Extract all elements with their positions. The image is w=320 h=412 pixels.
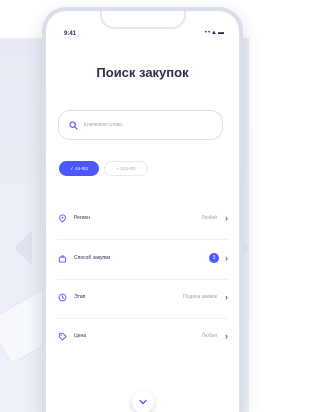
clock-icon: [58, 293, 67, 301]
row-value: Любой: [201, 215, 217, 221]
filter-row-stage[interactable]: Этап Подача заявок ›: [58, 288, 228, 306]
location-pin-icon: [59, 213, 66, 223]
chevron-right-icon: ›: [225, 331, 228, 341]
row-label: Способ закупки: [74, 255, 111, 261]
divider: [58, 239, 228, 240]
filter-chip-44fz[interactable]: ✓ 44-ФЗ: [59, 161, 99, 176]
page-title: Поиск закупок: [96, 65, 189, 80]
search-input[interactable]: Ключевое слово: [58, 110, 223, 140]
status-icons: ••▲▬: [204, 30, 225, 36]
search-icon: [69, 120, 78, 130]
filter-row-region[interactable]: Регион Любой ›: [58, 209, 228, 227]
chevron-right-icon: ›: [225, 213, 228, 223]
shopping-bag-icon: [58, 254, 67, 263]
filter-row-method[interactable]: Способ закупки 3 ›: [58, 249, 228, 267]
price-tag-icon: [58, 332, 67, 341]
status-time: 9:41: [64, 31, 77, 37]
phone-notch: [100, 11, 186, 29]
filter-chip-223fz[interactable]: + 223-ФЗ: [104, 161, 148, 176]
divider: [58, 279, 228, 280]
chevron-down-icon: [139, 399, 147, 405]
expand-button[interactable]: [132, 391, 154, 412]
row-value: Подача заявок: [183, 294, 217, 300]
row-label: Цена: [74, 333, 87, 339]
chevron-right-icon: ›: [225, 292, 228, 302]
divider: [58, 318, 228, 319]
row-value: Любая: [201, 333, 217, 339]
count-badge: 3: [209, 253, 219, 263]
chevron-right-icon: ›: [225, 253, 228, 263]
phone-frame: 9:41 ••▲▬ Поиск закупок Ключевое слово ✓…: [42, 7, 243, 412]
decorative-left-arrow: [14, 230, 32, 266]
row-label: Этап: [74, 294, 86, 300]
row-label: Регион: [74, 215, 91, 221]
search-placeholder: Ключевое слово: [84, 122, 123, 128]
filter-row-price[interactable]: Цена Любая ›: [58, 327, 228, 345]
